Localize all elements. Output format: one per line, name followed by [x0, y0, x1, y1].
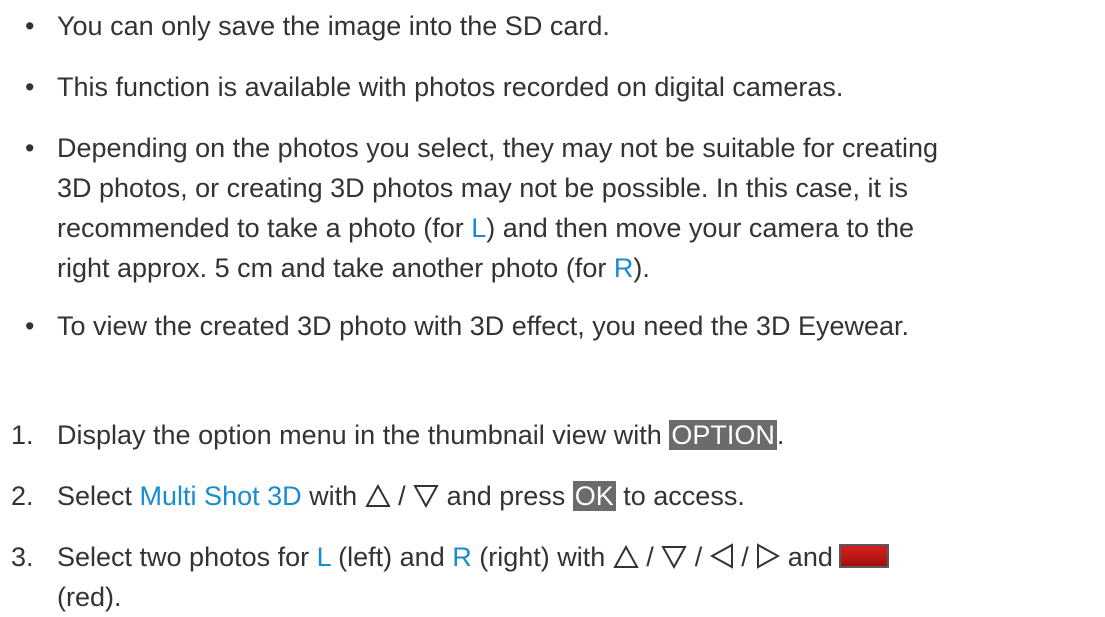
- note-text: This function is available with photos r…: [57, 72, 844, 102]
- step-text: with: [301, 481, 365, 511]
- step-number: 1.: [11, 420, 34, 450]
- step-number: 2.: [11, 481, 34, 511]
- bullet-dot: •: [25, 72, 35, 102]
- right-photo-link[interactable]: R: [614, 253, 634, 283]
- left-photo-link[interactable]: L: [471, 213, 486, 243]
- step-text: Select: [57, 481, 140, 511]
- step-text: .: [776, 420, 785, 450]
- step-item: 1. Display the option menu in the thumbn…: [11, 415, 1097, 455]
- bullet-dot: •: [25, 311, 35, 341]
- note-text: recommended to take a photo (for: [57, 213, 472, 243]
- step-text-line: Select two photos for L (left) and R (ri…: [57, 537, 1097, 577]
- step-text: and: [780, 542, 833, 572]
- note-text: ) and then move your camera to the: [486, 213, 914, 243]
- note-text: You can only save the image into the SD …: [57, 11, 610, 41]
- note-text-line: recommended to take a photo (for L) and …: [57, 208, 1097, 248]
- right-triangle-icon: [757, 543, 781, 569]
- step-text: (left) and: [330, 542, 453, 572]
- up-triangle-icon: [364, 484, 391, 507]
- separator: /: [390, 481, 414, 511]
- note-item: • You can only save the image into the S…: [25, 6, 1097, 46]
- note-text: ).: [633, 253, 650, 283]
- page: • You can only save the image into the S…: [0, 0, 1105, 612]
- up-triangle-icon: [613, 545, 639, 568]
- step-item: 3. Select two photos for L (left) and R …: [11, 537, 1097, 617]
- multi-shot-3d-link[interactable]: Multi Shot 3D: [140, 481, 302, 511]
- step-text: (right) with: [471, 542, 613, 572]
- note-text-line: right approx. 5 cm and take another phot…: [57, 248, 1097, 288]
- separator: /: [638, 542, 662, 572]
- left-photo-link[interactable]: L: [317, 542, 331, 572]
- step-text: to access.: [615, 481, 745, 511]
- down-triangle-icon: [661, 546, 687, 569]
- note-item: • Depending on the photos you select, th…: [25, 128, 1097, 288]
- right-photo-link[interactable]: R: [452, 542, 472, 572]
- ok-key-label: OK: [572, 481, 616, 511]
- option-key-label: OPTION: [669, 420, 777, 450]
- bullet-dot: •: [25, 133, 35, 163]
- left-triangle-icon: [709, 543, 733, 569]
- note-item: • To view the created 3D photo with 3D e…: [25, 306, 1097, 346]
- step-text: and press: [439, 481, 573, 511]
- step-number: 3.: [11, 542, 34, 572]
- note-text-line: Depending on the photos you select, they…: [57, 133, 939, 163]
- note-text-line: 3D photos, or creating 3D photos may not…: [57, 173, 908, 203]
- step-text-line: (red).: [57, 582, 122, 612]
- step-text: Select two photos for: [57, 542, 317, 572]
- note-text: To view the created 3D photo with 3D eff…: [57, 311, 910, 341]
- separator: /: [687, 542, 710, 572]
- step-text: Display the option menu in the thumbnail…: [57, 420, 670, 450]
- step-item: 2. Select Multi Shot 3D with / and press…: [11, 476, 1097, 516]
- separator: /: [733, 542, 757, 572]
- note-text: right approx. 5 cm and take another phot…: [57, 253, 614, 283]
- down-triangle-icon: [413, 485, 439, 508]
- red-button-icon: [838, 544, 889, 568]
- note-item: • This function is available with photos…: [25, 67, 1097, 107]
- bullet-dot: •: [25, 11, 35, 41]
